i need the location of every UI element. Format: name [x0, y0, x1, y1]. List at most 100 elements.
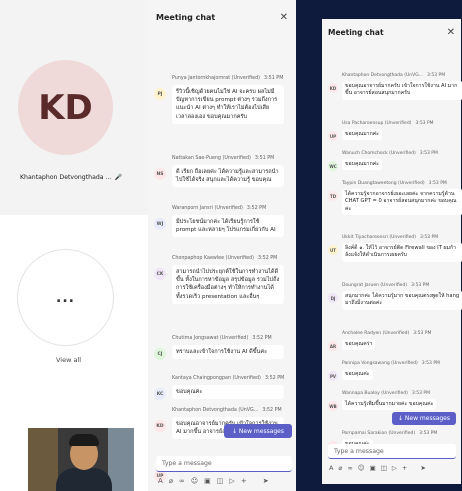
message-meta: Pornpamai Sarakion (Unverified) 3:53 PM — [342, 431, 437, 436]
chat-message[interactable]: NS Nattakan Sae-Pueng (Unverified) 3:51 PM… — [154, 156, 289, 196]
more-participants-button[interactable]: ... — [18, 250, 113, 345]
loop-icon[interactable]: ∞ — [347, 464, 352, 472]
message-text: ขอบคุณมากค่ะ — [342, 159, 382, 171]
emoji-icon[interactable]: ☺ — [191, 477, 198, 485]
chat-title: Meeting chat — [328, 27, 384, 37]
avatar[interactable]: WC — [328, 161, 338, 171]
video-background-shelf — [28, 428, 58, 491]
avatar[interactable]: KC — [154, 388, 166, 400]
message-time: 3:52 PM — [262, 408, 282, 413]
chat-message[interactable]: KD Khantaphon Detvongthada (UnVG... 3:53 P… — [328, 73, 462, 111]
message-time: 3:52 PM — [246, 206, 267, 211]
sender-name: Usa Pacharoensup (Unverified) — [342, 121, 412, 126]
send-icon[interactable]: ➤ — [263, 477, 269, 485]
avatar[interactable]: KD — [154, 420, 166, 432]
format-icon[interactable]: A — [158, 477, 163, 485]
avatar[interactable]: CK — [154, 268, 166, 280]
schedule-icon[interactable]: ▷ — [229, 477, 234, 485]
compose-toolbar: A ⌀ ∞ ☺ ▣ ◫ ▷ + ➤ — [158, 477, 269, 485]
message-meta: Doungrat Jaruen (Unverified) 3:53 PM — [342, 283, 429, 288]
message-time: 3:52 PM — [257, 256, 278, 261]
avatar[interactable]: CJ — [154, 348, 166, 360]
chat-message[interactable]: PV Pannipa Vongsawang (Unverified) 3:53 PM… — [328, 361, 462, 381]
message-input[interactable]: Type a message — [328, 444, 456, 459]
chat-message[interactable]: UT Ukkit Tiyachareonsri (Unverified) 3:53 … — [328, 235, 462, 273]
sender-name: Khantaphon Detvongthada (UnVG... — [342, 73, 423, 78]
message-text: รีวิวนี้เชิญด้วยคนไม่ใช่ AI จะครบ ผลไม่ม… — [172, 85, 284, 124]
sender-name: Waranporn Jansri (Unverified) — [172, 206, 243, 211]
chat-message[interactable]: TD Taypin Duangtaweetong (Unverified) 3:53… — [328, 181, 462, 225]
chat-message[interactable]: KC Kantaya Chaingpongpan (Unverified) 3:52… — [154, 376, 289, 400]
view-all-link[interactable]: View all — [56, 356, 81, 364]
avatar[interactable]: DJ — [328, 293, 338, 303]
avatar[interactable]: WJ — [154, 218, 166, 230]
avatar[interactable]: AR — [328, 341, 338, 351]
message-time: 3:52 PM — [252, 336, 272, 341]
avatar[interactable]: UT — [328, 245, 338, 255]
schedule-icon[interactable]: ▷ — [392, 464, 397, 472]
sender-name: Chonpaphop Kaewlee (Unverified) — [172, 256, 254, 261]
more-icon[interactable]: + — [402, 464, 407, 472]
message-input[interactable]: Type a message — [156, 456, 292, 472]
chat-message[interactable]: CK Chonpaphop Kaewlee (Unverified) 3:52 PM… — [154, 256, 289, 326]
avatar[interactable]: NS — [154, 168, 166, 180]
participant-tile[interactable]: KD Khantaphon Detvongthada ... 🎤 — [0, 0, 148, 215]
attach-icon[interactable]: ⌀ — [338, 464, 342, 472]
gif-icon[interactable]: ▣ — [370, 464, 376, 472]
sticker-icon[interactable]: ◫ — [217, 477, 224, 485]
close-icon[interactable]: ✕ — [280, 12, 288, 23]
message-meta: Usa Pacharoensup (Unverified)3:53 PM — [342, 121, 434, 126]
loop-icon[interactable]: ∞ — [179, 477, 185, 485]
sender-name: Pannipa Vongsawang (Unverified) — [342, 361, 418, 366]
chat-header: Meeting chat ✕ — [322, 19, 461, 45]
participants-panel: KD Khantaphon Detvongthada ... 🎤 ... View… — [0, 0, 148, 491]
message-text: ขอบคุณค่ะ — [172, 385, 284, 400]
sender-name: Kantaya Chaingpongpan (Unverified) — [172, 376, 261, 381]
emoji-icon[interactable]: ☺ — [358, 464, 365, 472]
message-meta: Kantaya Chaingpongpan (Unverified) 3:52 P… — [172, 376, 284, 381]
chat-message[interactable]: PJ Punya Jantornkhajornrat (Unverified) 3:… — [154, 76, 289, 146]
chat-message[interactable]: WC Wanuch Chomchock (Unverified) 3:53 PM ขอ… — [328, 151, 462, 171]
sender-name: Wanuch Chomchock (Unverified) — [342, 151, 416, 156]
self-video — [28, 428, 134, 491]
avatar[interactable]: WB — [328, 401, 338, 411]
message-text: ขอบคุณค่ะ — [342, 369, 373, 381]
sticker-icon[interactable]: ◫ — [381, 464, 387, 472]
message-text: สนุกมากค่ะ ได้ความรู้มาก ขอบคุณตรงพูดให้… — [342, 291, 462, 310]
message-meta: Ukkit Tiyachareonsri (Unverified) 3:53 PM — [342, 235, 438, 240]
message-meta: Pannipa Vongsawang (Unverified) 3:53 PM — [342, 361, 440, 366]
close-icon[interactable]: ✕ — [447, 27, 455, 38]
avatar[interactable]: UP — [328, 131, 338, 141]
chat-message[interactable]: CJ Chutima Jongsawat (Unverified) 3:52 PM ท… — [154, 336, 289, 366]
sender-name: Chutima Jongsawat (Unverified) — [172, 336, 249, 341]
chat-message[interactable]: DJ Doungrat Jaruen (Unverified) 3:53 PM สนุ… — [328, 283, 462, 321]
avatar[interactable]: KD — [328, 83, 338, 93]
message-time: 3:53 PM — [411, 283, 430, 288]
message-text: ได้ความรู้จากอาจารย์เยอะเลยค่ะ จากความรู… — [342, 189, 462, 216]
message-text: ดี เรียก ถือเลยค่ะ ได้ความรู้และสามารถนำ… — [172, 165, 284, 188]
message-time: 3:53 PM — [415, 121, 434, 126]
chat-message[interactable]: WJ Waranporn Jansri (Unverified) 3:52 PM มี… — [154, 206, 289, 246]
format-icon[interactable]: A — [329, 464, 333, 472]
new-messages-button[interactable]: ↓ New messages — [224, 424, 292, 438]
message-text: ขอบคุณคร่า — [342, 339, 376, 351]
message-time: 3:53 PM — [428, 181, 447, 186]
meeting-chat-panel: Meeting chat ✕ PJ Punya Jantornkhajornrat… — [148, 0, 444, 491]
chat-message[interactable]: AR Anchalee Radyen (Unverified) 3:53 PM ขอบ… — [328, 331, 462, 351]
video-background — [108, 428, 134, 491]
message-text: ได้ความรู้เพิ่มขึ้นมากมายค่ะ ขอบคุณค่ะ — [342, 399, 437, 411]
sender-name: Taypin Duangtaweetong (Unverified) — [342, 181, 425, 186]
message-time: 3:53 PM — [421, 361, 440, 366]
gif-icon[interactable]: ▣ — [204, 477, 211, 485]
attach-icon[interactable]: ⌀ — [169, 477, 173, 485]
message-time: 3:53 PM — [411, 391, 431, 396]
message-text: ขอบคุณอาจารย์มากครับ เข้าใจการใช้งาน AI … — [342, 81, 462, 100]
new-messages-button[interactable]: ↓ New messages — [392, 412, 456, 425]
avatar[interactable]: PV — [328, 371, 338, 381]
avatar[interactable]: PJ — [154, 88, 166, 100]
sender-name: Wannapa Bualoy (Unverified) — [342, 391, 408, 396]
chat-message[interactable]: UP Usa Pacharoensup (Unverified) 3:53 PM ขอ… — [328, 121, 462, 141]
send-icon[interactable]: ➤ — [420, 464, 425, 472]
more-icon[interactable]: + — [241, 477, 247, 485]
avatar[interactable]: TD — [328, 191, 338, 201]
